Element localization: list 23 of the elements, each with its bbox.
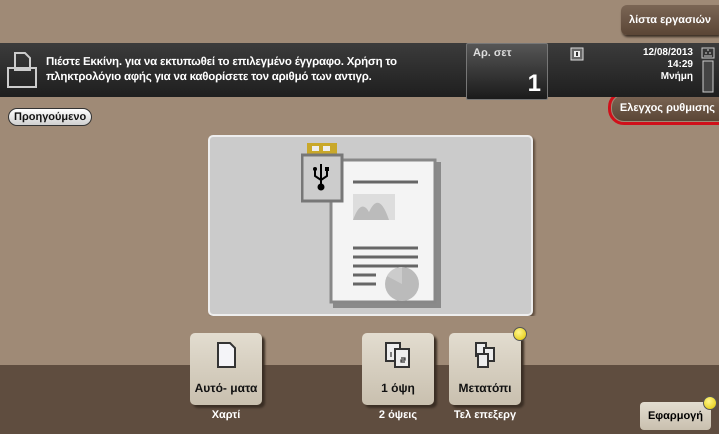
- option-button[interactable]: 1 όψη: [362, 333, 434, 405]
- time-text: 14:29: [667, 59, 693, 71]
- memory-label: Μνήμη: [660, 71, 693, 83]
- option-button[interactable]: Αυτό- ματα: [190, 333, 262, 405]
- back-button[interactable]: Προηγούμενο: [8, 108, 92, 126]
- copies-value: 1: [526, 72, 541, 96]
- date-text: 12/08/2013: [642, 47, 693, 59]
- check-settings-button[interactable]: Ελεγχος ρυθμισης: [612, 95, 719, 121]
- option-caption: Χαρτί: [212, 409, 240, 421]
- job-list-button[interactable]: λίστα εργασιών: [620, 5, 719, 35]
- print-tray-icon: [6, 51, 38, 89]
- toner-gauge-icon: [701, 47, 715, 93]
- option-caption: 2 όψεις: [378, 409, 418, 421]
- page-icon: [215, 341, 237, 369]
- option-caption: Τελ επεξεργ: [454, 409, 516, 421]
- apply-button[interactable]: Εφαρμογή: [640, 402, 711, 430]
- instruction-message: Πιέστε Εκκίνη. για να εκτυπωθεί το επιλεγμένο έγγραφο. Χρήση το πληκτρολόγιο αφής για να καθορίσετε τον αριθμό των αντιγρ.: [46, 55, 398, 85]
- copies-label: Αρ. σετ: [473, 47, 513, 59]
- stacked-pages-icon: [473, 341, 497, 369]
- two-pages-icon: [384, 341, 412, 369]
- option-button[interactable]: Μετατόπι: [449, 333, 521, 405]
- copies-display[interactable]: Αρ. σετ 1: [466, 43, 548, 100]
- device-status-icon: [570, 47, 584, 61]
